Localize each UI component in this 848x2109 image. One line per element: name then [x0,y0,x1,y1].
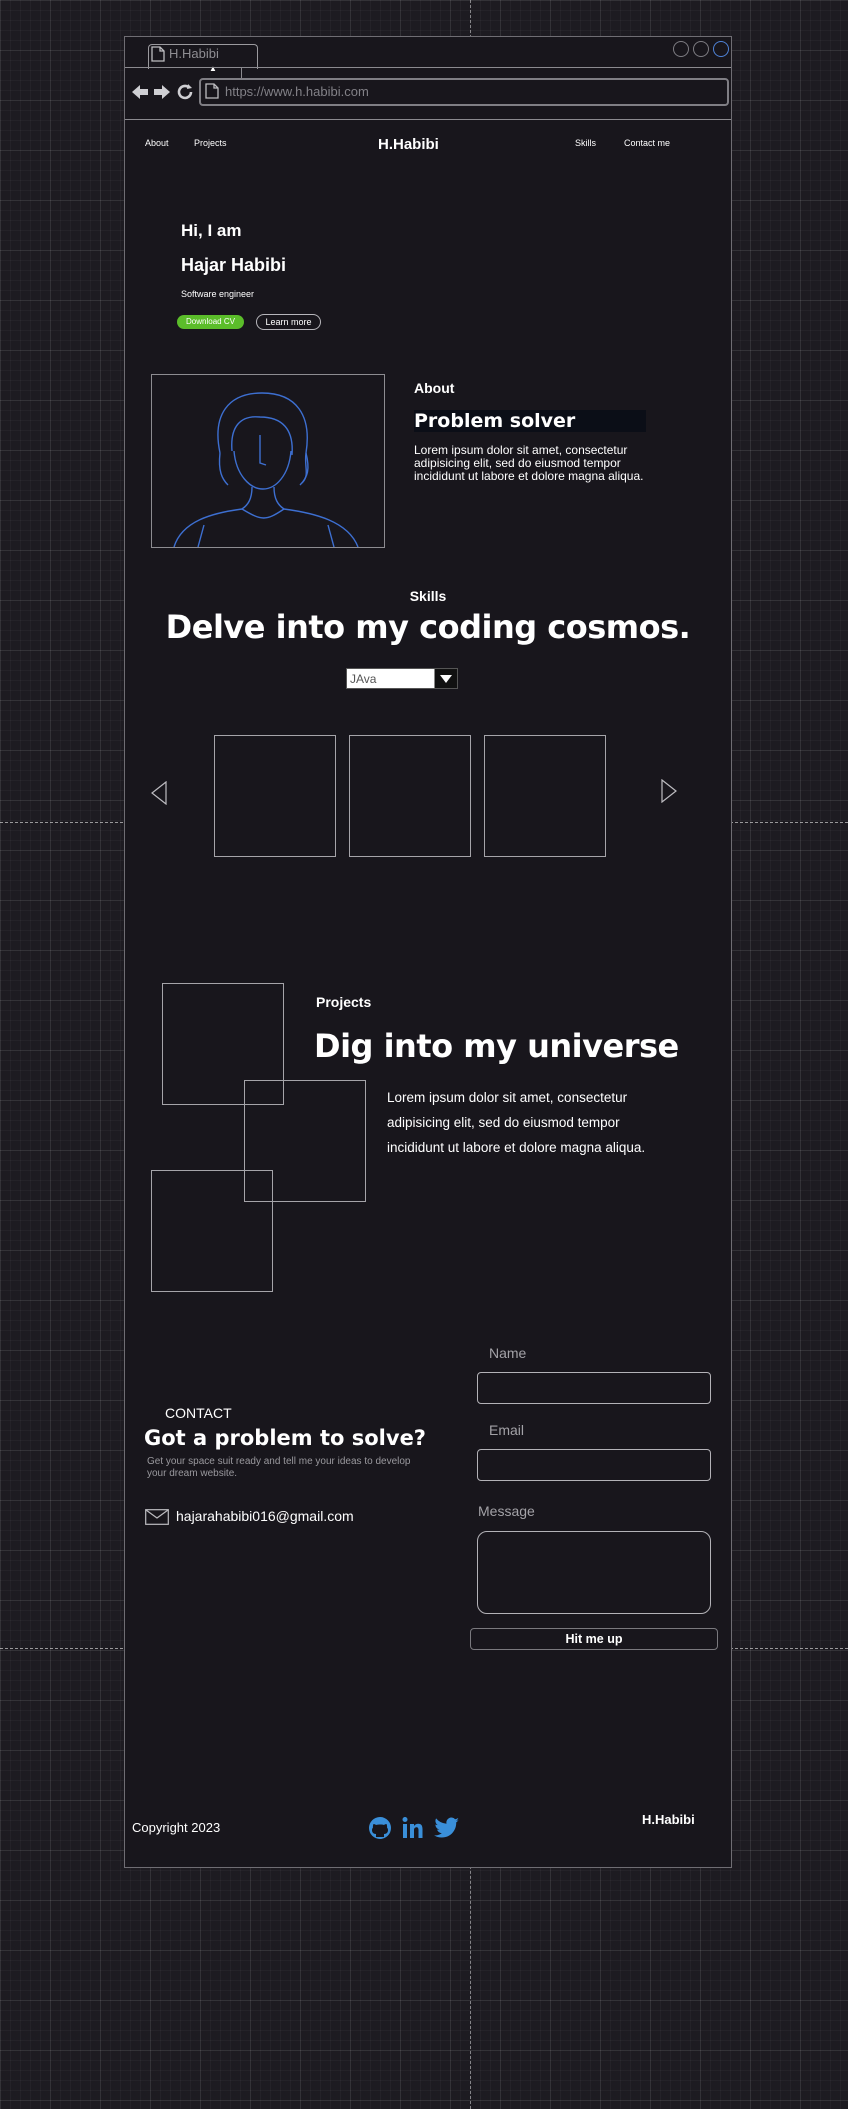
reload-icon[interactable] [176,83,194,106]
projects-heading: Dig into my universe [314,1027,679,1065]
skills-label: Skills [409,588,447,604]
about-label: About [414,380,455,396]
language-select-value: JAva [350,672,377,686]
contact-subtext: Get your space suit ready and tell me yo… [147,1456,411,1479]
project-card[interactable] [151,1170,273,1292]
about-heading: Problem solver [414,410,646,432]
skill-card[interactable] [214,735,336,857]
message-field[interactable] [477,1531,711,1614]
hero-greeting: Hi, I am [181,221,242,240]
nav-brand-logo[interactable]: H.Habibi [378,136,439,153]
nav-link-projects[interactable]: Projects [194,138,227,148]
contact-heading: Got a problem to solve? [144,1426,426,1450]
file-icon [151,46,165,67]
download-cv-button[interactable]: Download CV [177,315,244,329]
avatar-illustration [173,392,359,548]
file-icon [205,83,219,104]
name-field[interactable] [477,1372,711,1404]
hero-name: Hajar Habibi [181,255,287,275]
nav-link-skills[interactable]: Skills [575,138,596,148]
message-field-label: Message [478,1503,535,1519]
footer-brand[interactable]: H.Habibi [642,1812,695,1827]
github-icon[interactable] [368,1816,392,1845]
chevron-left-icon[interactable] [151,780,167,810]
about-portrait [151,374,385,548]
linkedin-icon[interactable] [401,1816,423,1845]
window-button[interactable] [713,41,729,57]
chrome-tab-line [125,67,731,68]
skills-heading: Delve into my coding cosmos. [165,608,691,646]
skill-card[interactable] [484,735,606,857]
caret-up-icon: ▲ [209,64,217,73]
email-field-label: Email [489,1422,525,1438]
window-button[interactable] [673,41,689,57]
learn-more-button[interactable]: Learn more [256,314,321,330]
contact-email[interactable]: hajarahabibi016@gmail.com [176,1508,354,1524]
language-select[interactable]: JAva [346,668,458,689]
about-body: Lorem ipsum dolor sit amet, consectetur … [414,443,644,483]
window-button[interactable] [693,41,709,57]
tab-title: H.Habibi [169,46,219,61]
mail-icon [145,1509,169,1530]
submit-button[interactable]: Hit me up [470,1628,718,1650]
chrome-bottom-line [125,119,731,120]
twitter-icon[interactable] [434,1816,460,1845]
url-text: https://www.h.habibi.com [225,84,369,99]
address-bar[interactable]: https://www.h.habibi.com [199,78,729,106]
forward-arrow-icon[interactable] [153,83,171,106]
chevron-right-icon[interactable] [661,778,677,808]
hero-role: Software engineer [181,289,255,299]
skill-card[interactable] [349,735,471,857]
back-arrow-icon[interactable] [131,83,149,106]
nav-link-contact[interactable]: Contact me [624,138,670,148]
nav-link-about[interactable]: About [145,138,169,148]
name-field-label: Name [489,1345,527,1361]
chevron-down-icon[interactable] [434,669,457,688]
browser-window: H.Habibi ▲ https://www.h.habibi.com Abou… [124,36,732,1868]
projects-label: Projects [316,994,372,1010]
projects-body: Lorem ipsum dolor sit amet, consectetur … [387,1090,646,1155]
email-field[interactable] [477,1449,711,1481]
footer-copyright: Copyright 2023 [132,1820,221,1835]
contact-label: CONTACT [165,1405,232,1421]
